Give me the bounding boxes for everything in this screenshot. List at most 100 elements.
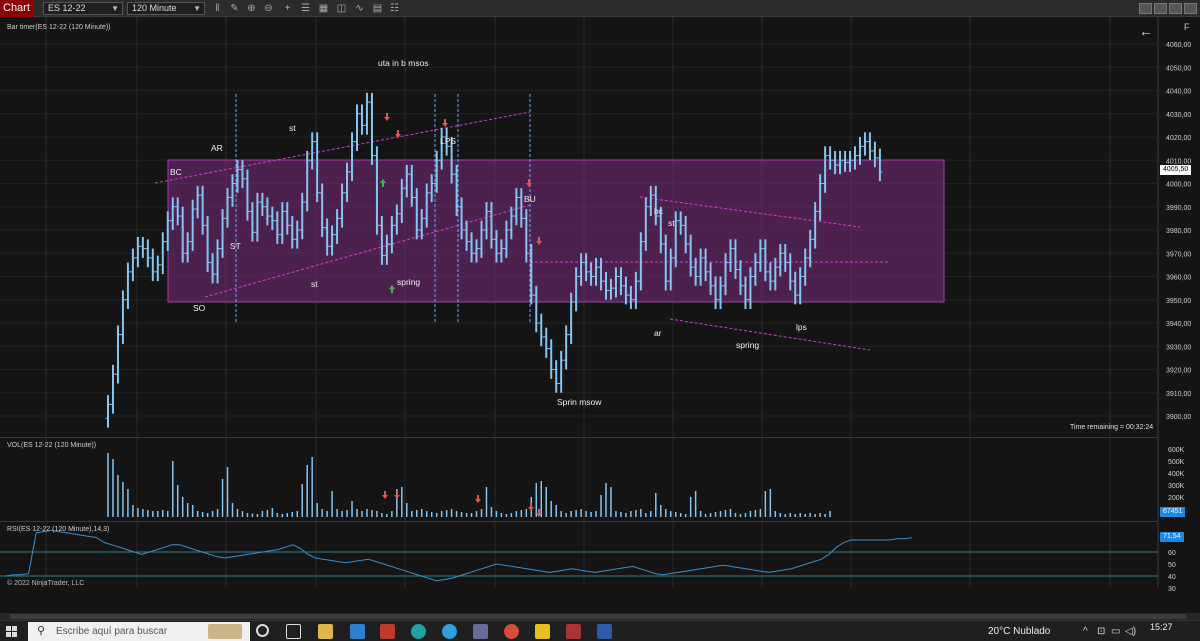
annotation-st-cap: ST (230, 241, 241, 251)
volume-icon[interactable]: ◁) (1125, 626, 1136, 637)
properties-icon[interactable]: ☰ (299, 2, 312, 15)
windows-taskbar: ⚲ Escribe aquí para buscar 20°C Nublado … (0, 620, 1200, 641)
annotation-spring-mid: spring (397, 277, 420, 287)
panel-separator (0, 521, 1200, 522)
mail-icon[interactable] (350, 624, 365, 639)
chevron-down-icon: ▼ (193, 4, 201, 13)
bar-type-icon[interactable]: ‖ (211, 2, 224, 15)
chart-canvas[interactable]: BC AR st uta in b msos LPS ST SO st spring BU Spri… (0, 17, 1200, 598)
zoom-out-icon[interactable]: ⊖ (262, 2, 275, 15)
crosshair-icon[interactable]: + (281, 2, 294, 15)
task-view-icon[interactable] (286, 624, 301, 639)
window-option-icon[interactable] (1139, 3, 1152, 14)
rsi-tick-label: 50 (1168, 562, 1176, 569)
price-tick-label: 3970,00 (1166, 251, 1191, 258)
back-arrow-icon[interactable]: ← (1139, 23, 1153, 39)
annotation-spring-right: spring (736, 340, 759, 350)
sell-arrow-icon (475, 495, 481, 503)
chevron-up-icon[interactable]: ^ (1083, 626, 1088, 637)
annotation-sprin-msow: Sprin msow (557, 397, 602, 407)
battery-icon[interactable]: ▭ (1111, 626, 1120, 637)
interval-label: 120 Minute (132, 3, 177, 13)
scrollbar-thumb[interactable] (10, 614, 1186, 619)
price-panel-label: Bar timer(ES 12-22 (120 Minute)) (7, 24, 111, 31)
chrome-icon[interactable] (504, 624, 519, 639)
price-tick-label: 3920,00 (1166, 368, 1191, 375)
search-placeholder: Escribe aquí para buscar (56, 626, 168, 637)
volume-panel-label: VOL(ES 12-22 (120 Minute)) (7, 442, 97, 449)
chevron-down-icon: ▼ (111, 4, 119, 13)
word-icon[interactable] (597, 624, 612, 639)
annotation-so: SO (193, 303, 206, 313)
zoom-in-icon[interactable]: ⊕ (245, 2, 258, 15)
price-tick-label: 4060,00 (1166, 42, 1191, 49)
annotation-st-lower: st (311, 279, 318, 289)
telegram-icon[interactable] (442, 624, 457, 639)
annotation-uta: uta in b msos (378, 58, 429, 68)
network-icon[interactable]: ⊡ (1097, 626, 1105, 637)
annotation-ar-right: ar (654, 328, 662, 338)
chart-area[interactable]: BC AR st uta in b msos LPS ST SO st spring BU Spri… (0, 17, 1200, 598)
instrument-selector[interactable]: ES 12-22 ▼ (43, 2, 123, 15)
search-highlight-icon[interactable] (208, 624, 242, 639)
last-price-tag: 4005,50 (1160, 165, 1192, 175)
rsi-plot (0, 529, 1158, 582)
volume-tick-label: 300K (1168, 483, 1185, 490)
price-tick-label: 4020,00 (1166, 135, 1191, 142)
annotation-st-right: st (668, 218, 675, 228)
rsi-panel-label: RSI(ES 12-22 (120 Minute),14,3) (7, 526, 110, 533)
file-explorer-icon[interactable] (318, 624, 333, 639)
list-icon[interactable]: ☷ (388, 2, 401, 15)
windows-start-icon[interactable] (6, 626, 18, 638)
copyright-text: © 2022 NinjaTrader, LLC (7, 580, 85, 587)
price-tick-label: 3930,00 (1166, 344, 1191, 351)
horizontal-scrollbar[interactable] (0, 613, 1200, 620)
rsi-tick-label: 30 (1168, 586, 1176, 593)
price-tick-label: 4000,00 (1166, 182, 1191, 189)
sell-arrow-icon (528, 503, 534, 511)
indicator-icon[interactable]: ∿ (353, 2, 366, 15)
price-tick-label: 4050,00 (1166, 65, 1191, 72)
data-box-icon[interactable]: ▦ (317, 2, 330, 15)
rsi-tick-label: 40 (1168, 574, 1176, 581)
search-icon: ⚲ (37, 625, 46, 637)
price-tick-label: 3990,00 (1166, 205, 1191, 212)
app-icon[interactable] (380, 624, 395, 639)
cortana-icon[interactable] (256, 624, 269, 637)
ninjatrader-icon[interactable] (566, 624, 581, 639)
volume-bars (107, 453, 831, 517)
screenshot-icon[interactable]: ◫ (335, 2, 348, 15)
annotation-lps-right: lps (796, 322, 807, 332)
price-tick-label: 3900,00 (1166, 414, 1191, 421)
volume-tick-label: 400K (1168, 471, 1185, 478)
strategy-icon[interactable]: ▤ (371, 2, 384, 15)
price-tick-label: 3950,00 (1166, 298, 1191, 305)
interval-selector[interactable]: 120 Minute ▼ (127, 2, 205, 15)
annotation-st-upper: st (289, 123, 296, 133)
down-channel-lower-line (669, 318, 871, 351)
taskbar-clock[interactable]: 15:27 (1150, 622, 1173, 632)
rsi-value-tag: 71,54 (1160, 532, 1184, 542)
volume-tick-label: 200K (1168, 495, 1185, 502)
trading-range-box (167, 159, 945, 303)
price-tick-label: 3940,00 (1166, 321, 1191, 328)
close-icon[interactable] (1184, 3, 1197, 14)
price-tick-label: 3960,00 (1166, 275, 1191, 282)
chart-tab[interactable]: Chart (0, 0, 34, 17)
weather-widget[interactable]: 20°C Nublado (988, 626, 1050, 637)
f-button[interactable]: F (1184, 22, 1190, 32)
sell-arrow-icon (442, 119, 448, 127)
range-box-layer (167, 159, 945, 303)
last-volume-tag: 67451 (1160, 507, 1186, 517)
volume-tick-label: 600K (1168, 447, 1185, 454)
store-icon[interactable] (473, 624, 488, 639)
pencil-icon[interactable]: ✎ (228, 2, 241, 15)
price-tick-label: 3980,00 (1166, 228, 1191, 235)
edge-icon[interactable] (411, 624, 426, 639)
instrument-label: ES 12-22 (48, 3, 86, 13)
maximize-icon[interactable] (1169, 3, 1182, 14)
price-tick-label: 3910,00 (1166, 391, 1191, 398)
app-yellow-icon[interactable] (535, 624, 550, 639)
chart-toolbar: Chart ES 12-22 ▼ 120 Minute ▼ ‖ ✎ ⊕ ⊖ + … (0, 0, 1200, 17)
minimize-icon[interactable] (1154, 3, 1167, 14)
